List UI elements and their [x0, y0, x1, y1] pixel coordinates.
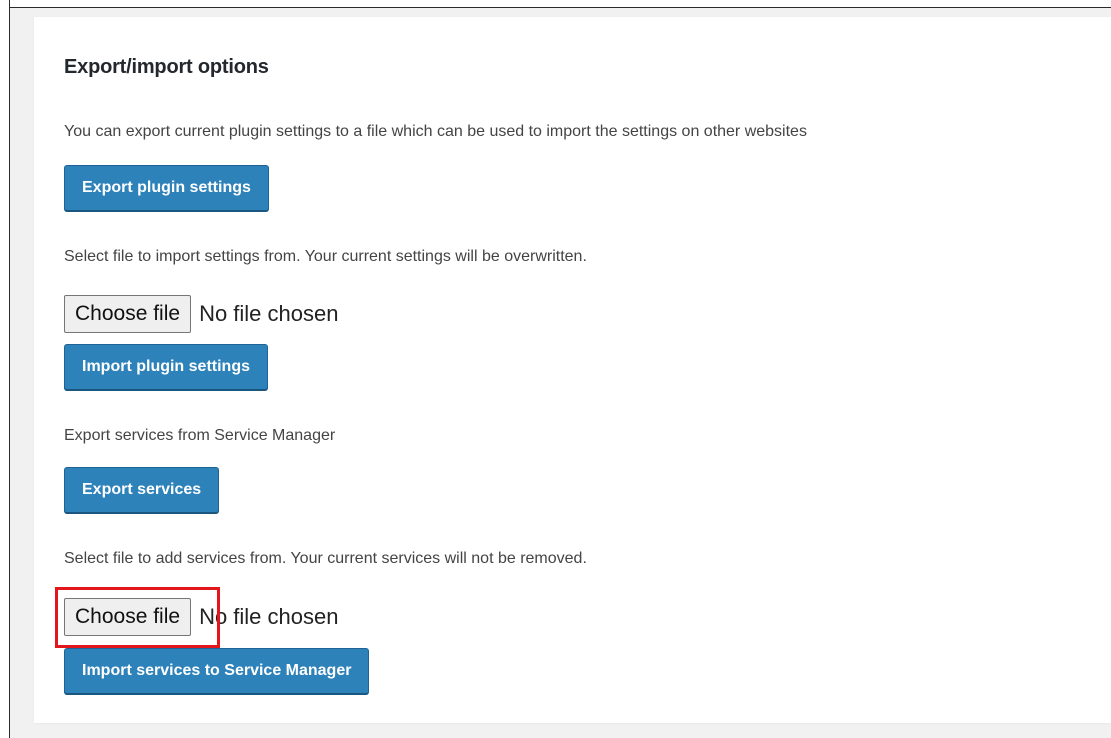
import-services-button[interactable]: Import services to Service Manager: [64, 648, 370, 694]
export-settings-description: You can export current plugin settings t…: [64, 123, 807, 140]
choose-file-button[interactable]: Choose file: [64, 295, 192, 333]
import-services-description: Select file to add services from. Your c…: [64, 550, 587, 567]
import-settings-file-input[interactable]: Choose file No file chosen: [64, 294, 338, 334]
choose-file-button-services[interactable]: Choose file: [64, 598, 192, 636]
import-services-file-input[interactable]: Choose file No file chosen: [64, 597, 338, 637]
section-title: Export/import options: [64, 56, 269, 78]
export-services-description: Export services from Service Manager: [64, 427, 336, 444]
import-plugin-settings-button[interactable]: Import plugin settings: [64, 344, 268, 390]
import-settings-description: Select file to import settings from. You…: [64, 248, 587, 265]
export-plugin-settings-button[interactable]: Export plugin settings: [64, 165, 269, 211]
file-status-text: No file chosen: [199, 301, 339, 326]
export-services-button[interactable]: Export services: [64, 467, 220, 513]
file-status-text-services: No file chosen: [199, 604, 339, 629]
